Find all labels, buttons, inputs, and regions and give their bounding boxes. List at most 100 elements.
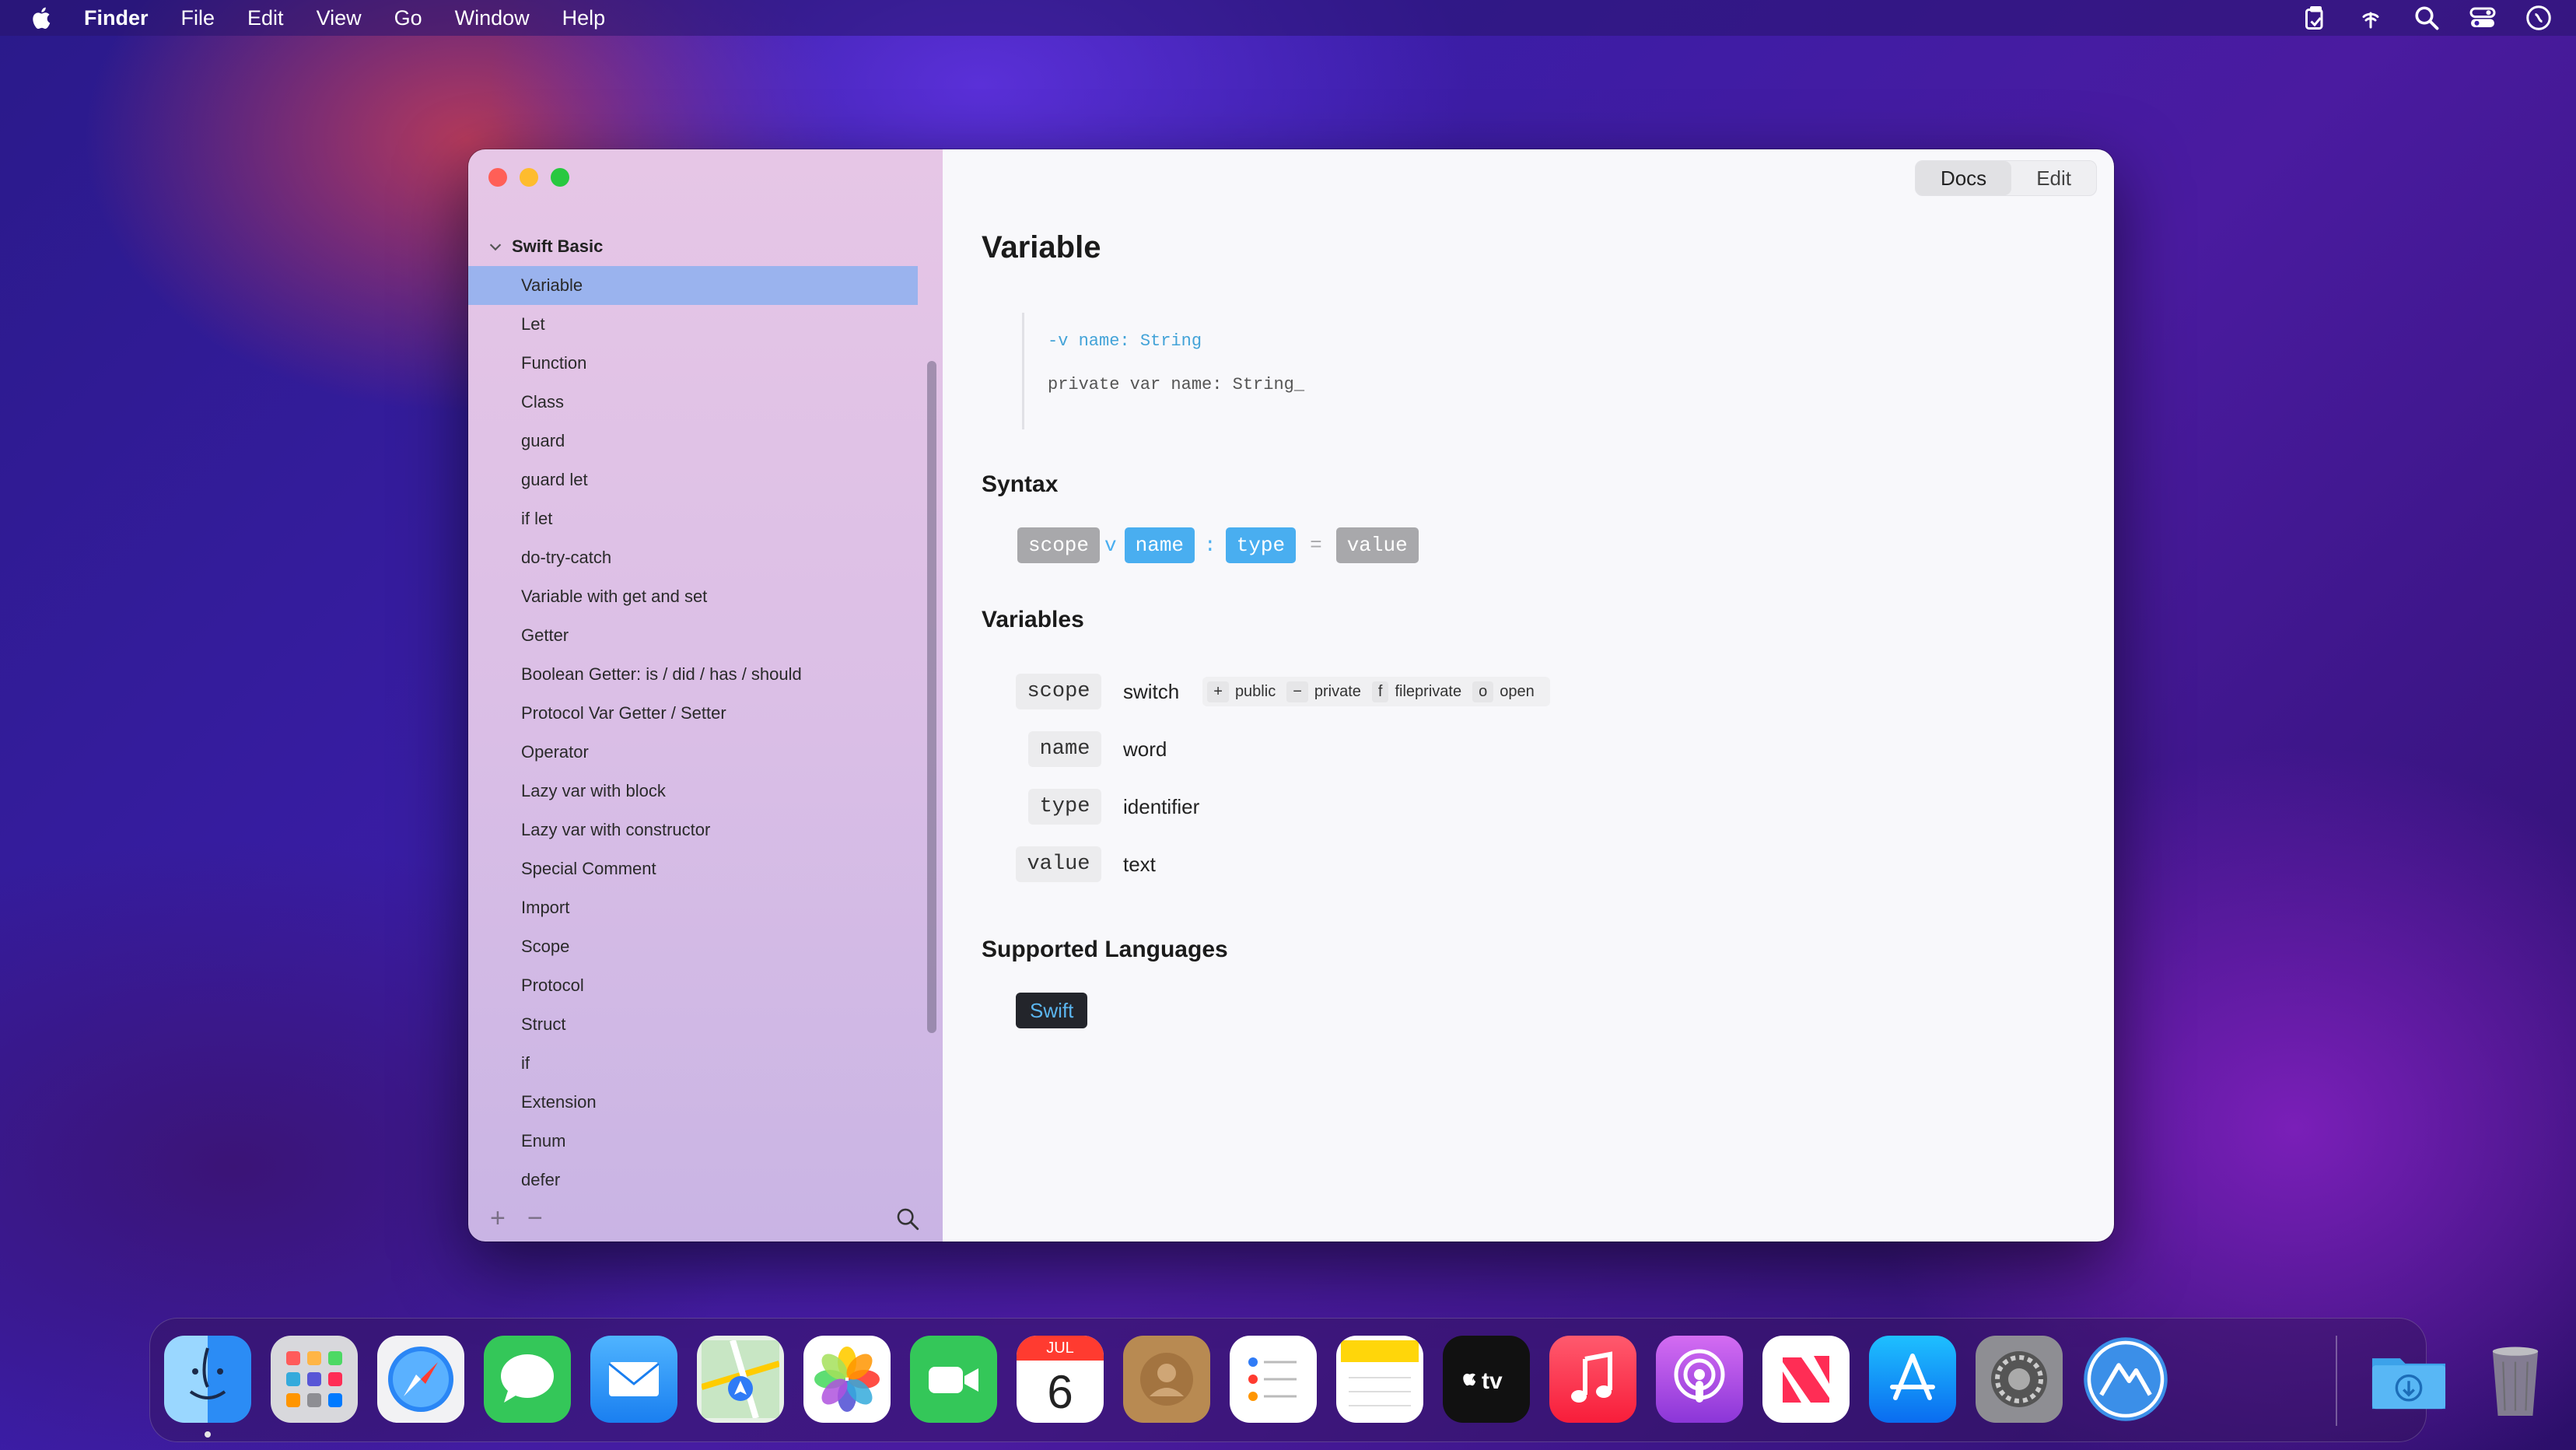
list-item[interactable]: defer — [468, 1161, 930, 1200]
menu-file[interactable]: File — [181, 6, 215, 30]
menu-bar: Finder File Edit View Go Window Help — [0, 0, 2576, 36]
snippet-list: Variable Let Function Class guard guard … — [468, 266, 930, 1242]
dock-downloads-folder-icon[interactable] — [2365, 1336, 2452, 1423]
list-item[interactable]: Lazy var with block — [468, 772, 930, 811]
list-item[interactable]: Scope — [468, 927, 930, 966]
scope-symbol: + — [1207, 681, 1229, 702]
list-item[interactable]: Protocol — [468, 966, 930, 1005]
menu-go[interactable]: Go — [394, 6, 422, 30]
variables-heading: Variables — [982, 607, 1084, 632]
list-item[interactable]: do-try-catch — [468, 538, 930, 577]
languages-heading: Supported Languages — [982, 937, 1228, 962]
list-item[interactable]: Function — [468, 344, 930, 383]
list-item[interactable]: if — [468, 1044, 930, 1083]
list-item[interactable]: Lazy var with constructor — [468, 811, 930, 849]
dock-photos-icon[interactable] — [803, 1336, 891, 1423]
dock-separator — [2336, 1336, 2337, 1426]
group-swift-basic[interactable]: Swift Basic — [468, 227, 930, 266]
apple-menu-icon[interactable] — [30, 5, 53, 31]
clipboard-icon[interactable] — [2301, 4, 2329, 32]
variable-row: scope switch + public − private f filepr… — [1016, 674, 1550, 709]
list-item[interactable]: Boolean Getter: is / did / has / should — [468, 655, 930, 694]
chevron-down-icon[interactable] — [487, 238, 504, 255]
variable-key: type — [1028, 789, 1101, 825]
content-pane: Docs Edit Variable -v name: String priva… — [943, 149, 2114, 1242]
dock-contacts-icon[interactable] — [1123, 1336, 1210, 1423]
dock-safari-icon[interactable] — [377, 1336, 464, 1423]
scope-symbol: − — [1286, 681, 1308, 702]
menu-edit[interactable]: Edit — [247, 6, 284, 30]
list-item[interactable]: Variable with get and set — [468, 577, 930, 616]
control-center-icon[interactable] — [2469, 4, 2497, 32]
running-indicator — [205, 1431, 211, 1438]
list-item[interactable]: Protocol Var Getter / Setter — [468, 694, 930, 733]
dock-reminders-icon[interactable] — [1230, 1336, 1317, 1423]
menu-view[interactable]: View — [317, 6, 362, 30]
dock-maps-icon[interactable] — [697, 1336, 784, 1423]
add-snippet-button[interactable]: + — [490, 1203, 506, 1234]
minimize-button[interactable] — [520, 168, 538, 187]
dock-podcasts-icon[interactable] — [1656, 1336, 1743, 1423]
variable-row: name word — [1016, 731, 1167, 767]
view-mode-segmented-control: Docs Edit — [1914, 160, 2097, 196]
dock-app-store-icon[interactable] — [1869, 1336, 1956, 1423]
siri-icon[interactable] — [2525, 4, 2553, 32]
search-icon[interactable] — [894, 1206, 921, 1232]
dock-snippet-app-icon[interactable] — [2082, 1336, 2169, 1423]
variable-key: scope — [1016, 674, 1101, 709]
syntax-sep: v — [1104, 534, 1117, 557]
dock-notes-icon[interactable] — [1336, 1336, 1423, 1423]
list-item[interactable]: Enum — [468, 1122, 930, 1161]
zoom-button[interactable] — [551, 168, 569, 187]
variable-row: type identifier — [1016, 789, 1199, 825]
list-item[interactable]: Extension — [468, 1083, 930, 1122]
svg-text:tv: tv — [1482, 1368, 1503, 1394]
wifi-icon[interactable] — [2357, 4, 2385, 32]
dock-mail-icon[interactable] — [590, 1336, 677, 1423]
group-label: Swift Basic — [512, 236, 604, 256]
dock-finder-icon[interactable] — [164, 1336, 251, 1423]
list-item[interactable]: guard — [468, 422, 930, 461]
remove-snippet-button[interactable]: − — [527, 1203, 543, 1234]
list-item[interactable]: guard let — [468, 461, 930, 499]
tab-edit[interactable]: Edit — [2011, 161, 2096, 195]
list-item[interactable]: Import — [468, 888, 930, 927]
list-item[interactable]: Operator — [468, 733, 930, 772]
variable-value: word — [1123, 737, 1167, 761]
menu-app-name[interactable]: Finder — [84, 6, 149, 30]
list-item[interactable]: Variable — [468, 266, 918, 305]
dock-music-icon[interactable] — [1549, 1336, 1636, 1423]
menu-help[interactable]: Help — [562, 6, 606, 30]
calendar-month: JUL — [1017, 1336, 1104, 1361]
list-item[interactable]: if let — [468, 499, 930, 538]
dock-news-icon[interactable] — [1762, 1336, 1850, 1423]
dock-system-preferences-icon[interactable] — [1976, 1336, 2063, 1423]
syntax-token-scope: scope — [1017, 527, 1101, 563]
syntax-sep: : — [1204, 534, 1216, 557]
dock-launchpad-icon[interactable] — [271, 1336, 358, 1423]
dock-trash-icon[interactable] — [2472, 1336, 2559, 1423]
dock-messages-icon[interactable] — [484, 1336, 571, 1423]
list-item[interactable]: Struct — [468, 1005, 930, 1044]
menu-window[interactable]: Window — [455, 6, 530, 30]
dock-tv-icon[interactable]: tv — [1443, 1336, 1530, 1423]
dock-calendar-icon[interactable]: JUL 6 — [1017, 1336, 1104, 1423]
calendar-day: 6 — [1047, 1365, 1073, 1418]
code-expansion: private var name: String_ — [1048, 375, 1305, 394]
scope-symbol: f — [1371, 681, 1389, 702]
search-icon[interactable] — [2413, 4, 2441, 32]
list-item[interactable]: Let — [468, 305, 930, 344]
scope-symbol: o — [1472, 681, 1494, 702]
list-item[interactable]: Class — [468, 383, 930, 422]
close-button[interactable] — [488, 168, 507, 187]
variable-key: value — [1016, 846, 1101, 882]
tab-docs[interactable]: Docs — [1915, 161, 2012, 195]
syntax-token-name: name — [1124, 527, 1195, 563]
dock-facetime-icon[interactable] — [910, 1336, 997, 1423]
app-window: Swift Basic Variable Let Function Class … — [468, 149, 2114, 1242]
variable-value: identifier — [1123, 794, 1200, 818]
sidebar-scrollbar[interactable] — [927, 361, 936, 1033]
list-item[interactable]: Special Comment — [468, 849, 930, 888]
code-trigger: -v name: String — [1048, 331, 1202, 351]
list-item[interactable]: Getter — [468, 616, 930, 655]
